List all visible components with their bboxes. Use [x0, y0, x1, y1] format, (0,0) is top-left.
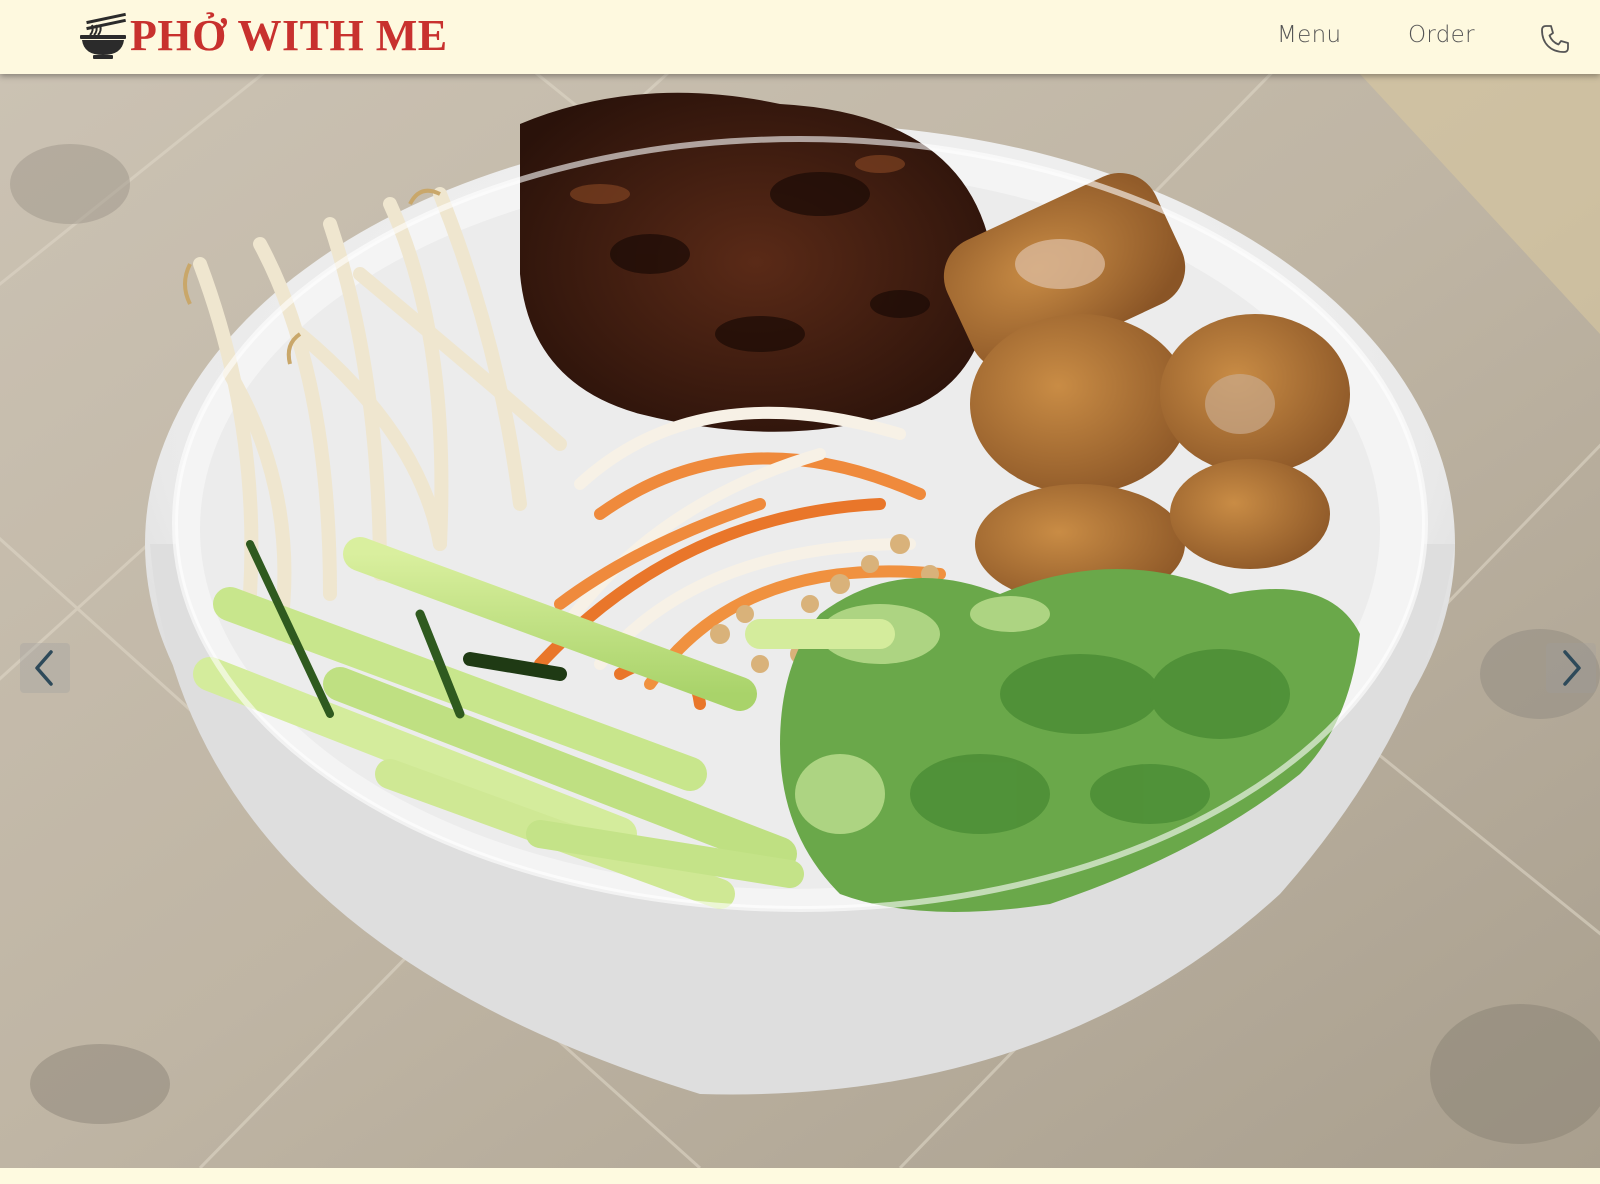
nav-order-link[interactable]: Order [1408, 22, 1475, 48]
carousel-prev-button[interactable] [20, 643, 70, 693]
hero-carousel [0, 74, 1600, 1168]
chevron-right-icon [1563, 650, 1581, 686]
page-bottom-strip [0, 1168, 1600, 1184]
carousel-next-button[interactable] [1546, 643, 1596, 693]
brand-logo[interactable]: PHỞ WITH ME [78, 10, 448, 62]
nav-menu-link[interactable]: Menu [1277, 22, 1341, 48]
phone-icon[interactable] [1538, 22, 1572, 56]
site-header: PHỞ WITH ME Menu Order [0, 0, 1600, 74]
chevron-left-icon [35, 650, 53, 686]
bun-bowl-photo [0, 74, 1600, 1168]
brand-name: PHỞ WITH ME [130, 11, 448, 60]
noodle-bowl-icon [80, 12, 126, 59]
